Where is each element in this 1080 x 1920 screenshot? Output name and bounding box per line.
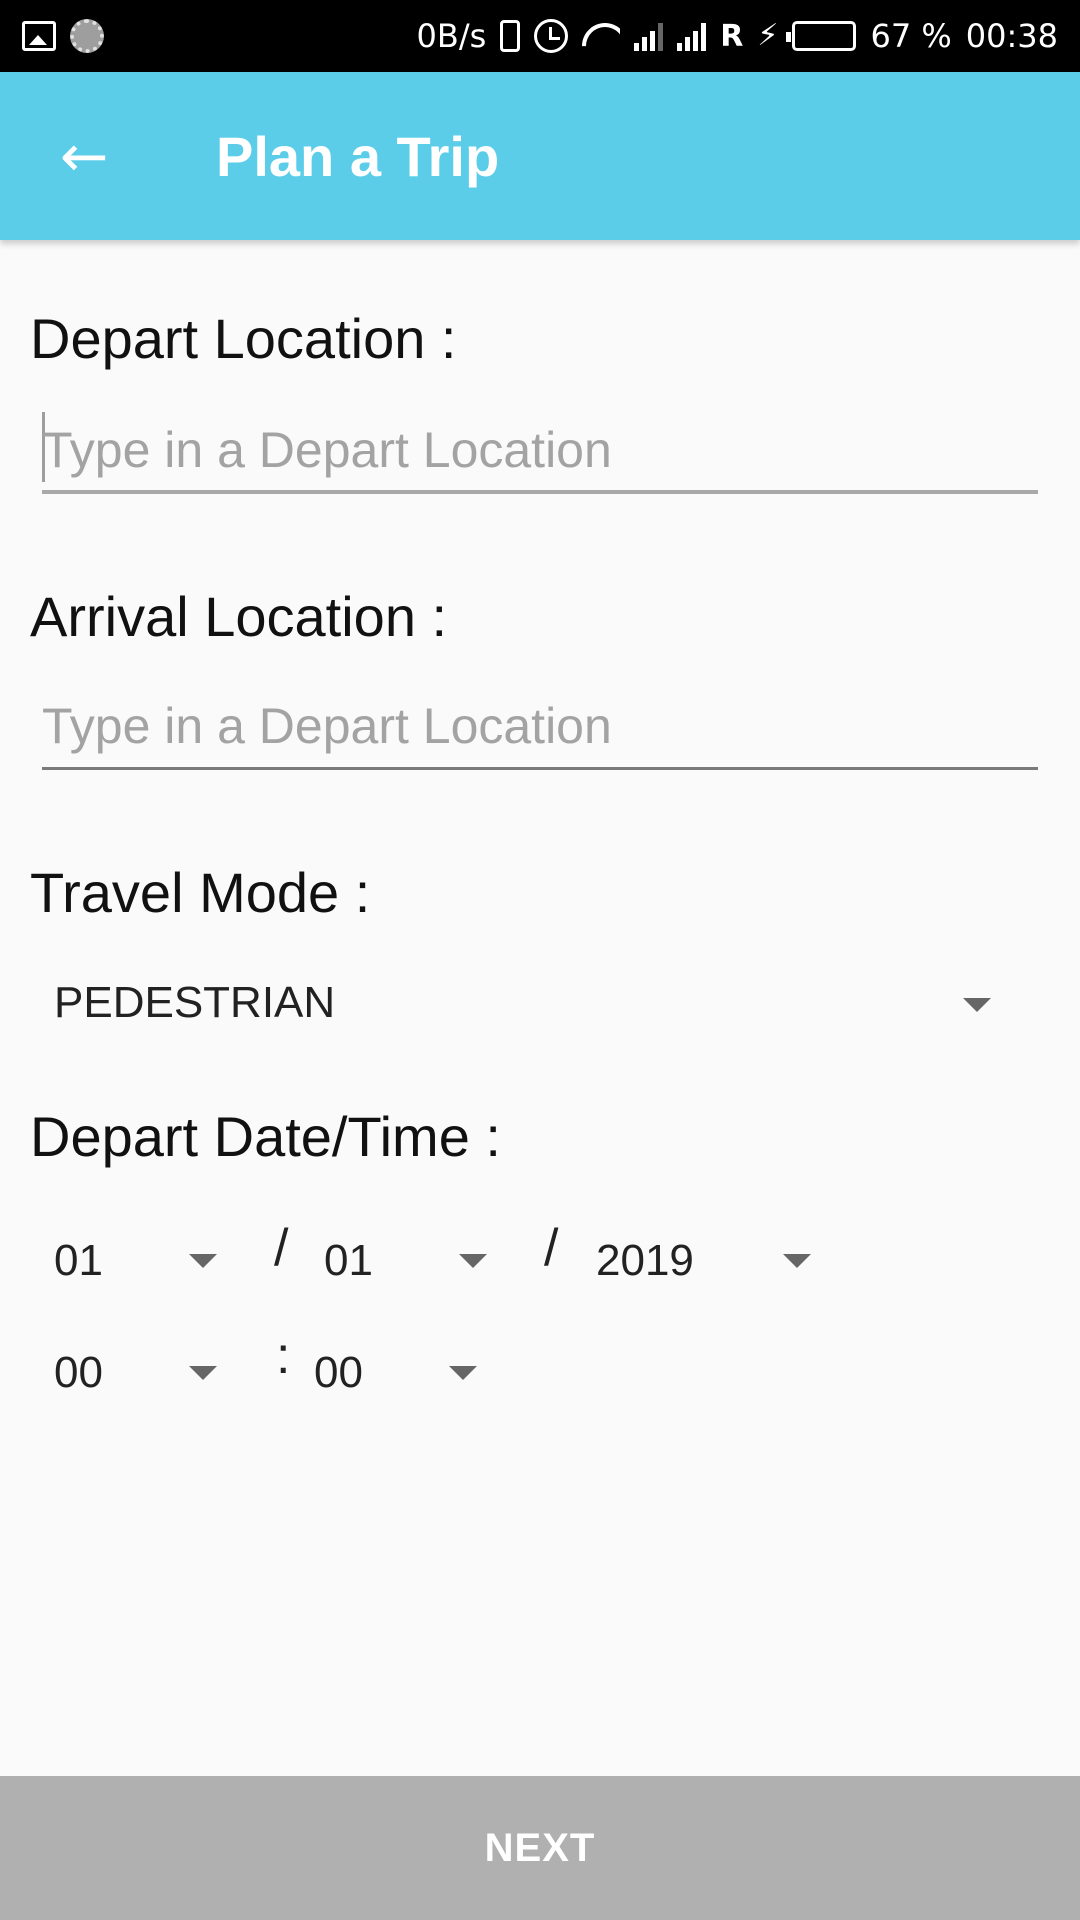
signal-icon: [677, 21, 707, 51]
status-bar-right: 0B/s R ⚡ 67 % 00:38: [417, 17, 1058, 55]
hour-value: 00: [54, 1348, 103, 1397]
chevron-down-icon: [783, 1254, 811, 1268]
screen: 0B/s R ⚡ 67 % 00:38 ← Plan a Trip Depart…: [0, 0, 1080, 1920]
chevron-down-icon: [449, 1366, 477, 1380]
date-separator: /: [544, 1219, 559, 1277]
alarm-icon: [534, 19, 569, 53]
depart-datetime-label: Depart Date/Time :: [30, 1105, 501, 1168]
loader-icon: [70, 19, 104, 53]
travel-mode-value: PEDESTRIAN: [54, 978, 336, 1027]
travel-mode-label: Travel Mode :: [30, 861, 371, 924]
next-button[interactable]: NEXT: [0, 1776, 1080, 1920]
year-dropdown[interactable]: 2019: [572, 1210, 832, 1306]
minute-value: 00: [314, 1348, 363, 1397]
time-separator: :: [276, 1327, 291, 1385]
chevron-down-icon: [459, 1254, 487, 1268]
app-bar: ← Plan a Trip: [0, 72, 1080, 240]
travel-mode-dropdown[interactable]: PEDESTRIAN: [0, 956, 1080, 1052]
status-bar-left: [22, 19, 104, 53]
depart-location-label: Depart Location :: [30, 307, 457, 370]
battery-icon: [786, 21, 857, 51]
roaming-indicator: R: [720, 18, 744, 54]
arrow-left-icon: ←: [59, 122, 109, 190]
hour-dropdown[interactable]: 00: [30, 1322, 230, 1418]
arrival-location-label: Arrival Location :: [30, 585, 448, 648]
net-speed: 0B/s: [416, 17, 487, 55]
arrival-location-input[interactable]: [42, 686, 1038, 766]
year-value: 2019: [596, 1236, 694, 1285]
status-bar: 0B/s R ⚡ 67 % 00:38: [0, 0, 1080, 72]
back-button[interactable]: ←: [24, 96, 144, 216]
month-dropdown[interactable]: 01: [300, 1210, 500, 1306]
chevron-down-icon: [189, 1254, 217, 1268]
charging-icon: ⚡: [757, 18, 779, 53]
month-value: 01: [324, 1236, 373, 1285]
day-value: 01: [54, 1236, 103, 1285]
gallery-icon: [22, 21, 56, 51]
day-dropdown[interactable]: 01: [30, 1210, 230, 1306]
chevron-down-icon: [963, 998, 991, 1012]
wifi-icon: [582, 21, 620, 51]
page-title: Plan a Trip: [216, 124, 500, 188]
arrival-location-underline: [42, 767, 1038, 770]
depart-location-input[interactable]: [42, 410, 1038, 490]
clock: 00:38: [965, 17, 1058, 55]
minute-dropdown[interactable]: 00: [290, 1322, 490, 1418]
chevron-down-icon: [189, 1366, 217, 1380]
depart-location-underline: [42, 490, 1038, 494]
battery-percent: 67 %: [870, 17, 952, 55]
signal-icon: [634, 21, 664, 51]
vibrate-icon: [500, 20, 521, 52]
date-separator: /: [274, 1219, 289, 1277]
